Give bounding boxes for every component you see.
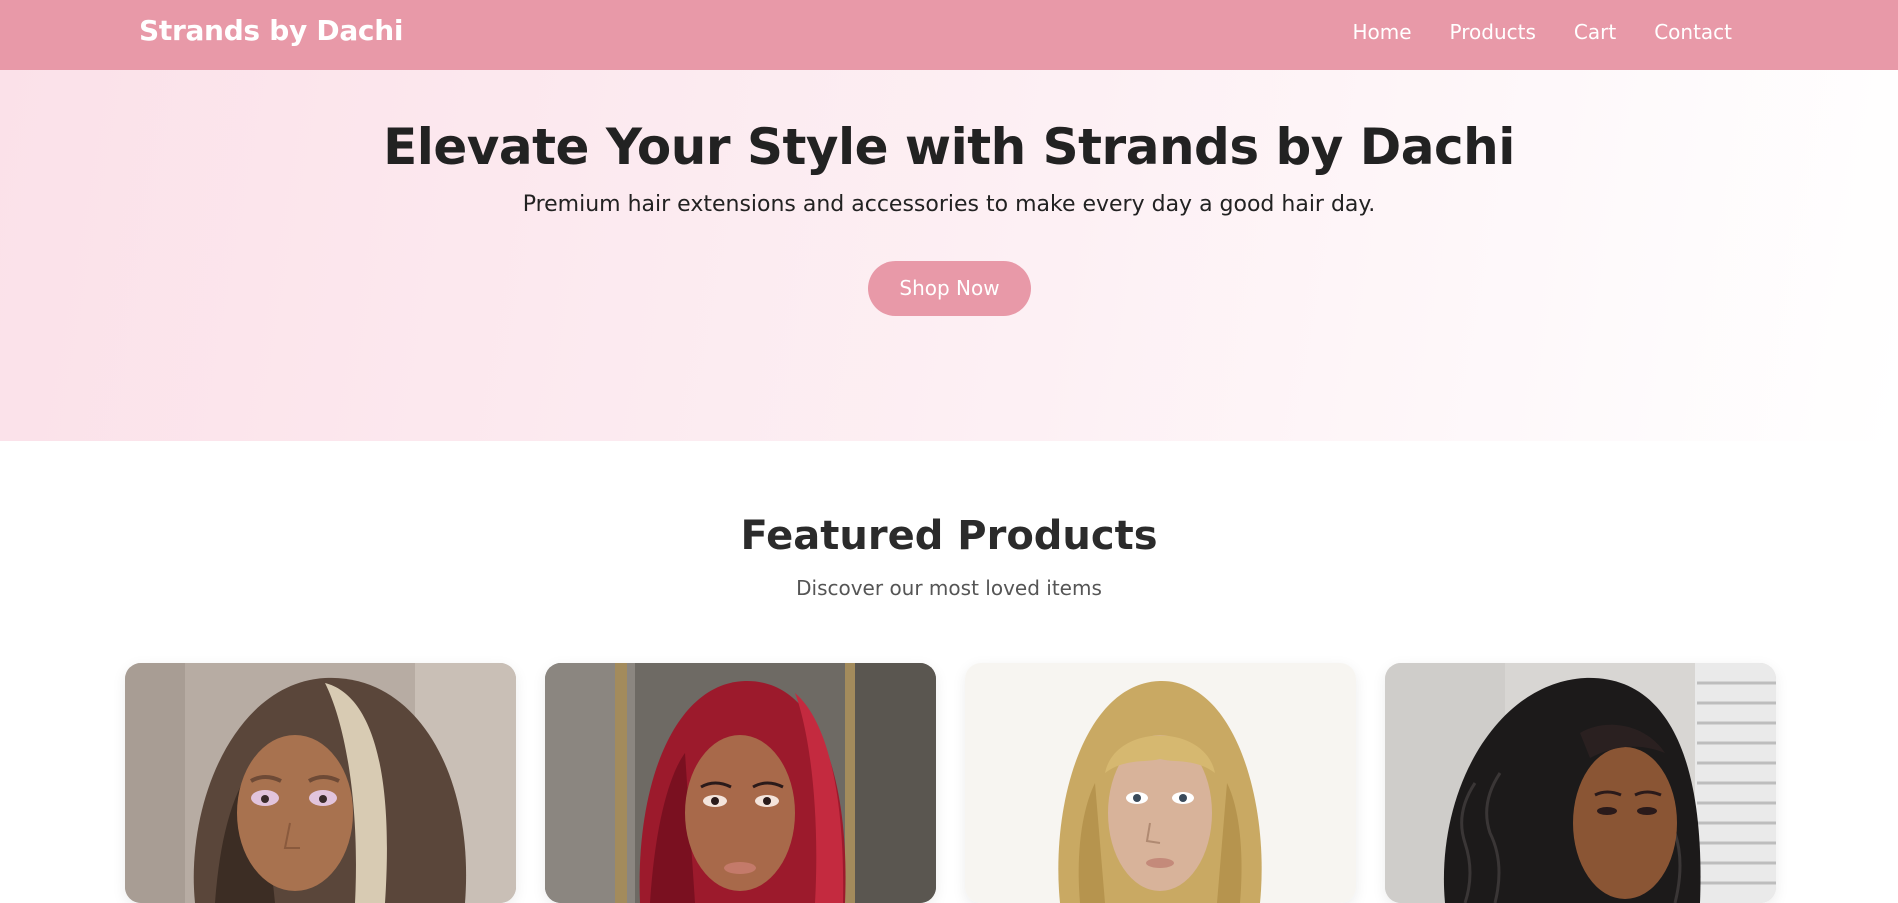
brand-logo-link[interactable]: Strands by Dachi xyxy=(139,14,403,47)
nav-link-contact[interactable]: Contact xyxy=(1654,20,1732,44)
black-curly-wig-image xyxy=(1385,663,1776,903)
blonde-highlight-wig-image xyxy=(125,663,516,903)
nav-links: Home Products Cart Contact xyxy=(1352,20,1732,44)
featured-products-subtitle: Discover our most loved items xyxy=(796,576,1102,600)
hero-title: Elevate Your Style with Strands by Dachi xyxy=(383,118,1515,176)
product-card-2[interactable] xyxy=(545,663,936,903)
blonde-bangs-wig-image xyxy=(965,663,1356,903)
shop-now-button[interactable]: Shop Now xyxy=(868,261,1031,316)
hero-section: Elevate Your Style with Strands by Dachi… xyxy=(0,70,1898,441)
nav-link-cart[interactable]: Cart xyxy=(1574,20,1616,44)
nav-link-home[interactable]: Home xyxy=(1352,20,1411,44)
navbar: Strands by Dachi Home Products Cart Cont… xyxy=(0,0,1898,70)
product-card-3[interactable] xyxy=(965,663,1356,903)
burgundy-straight-wig-image xyxy=(545,663,936,903)
hero-subtitle: Premium hair extensions and accessories … xyxy=(522,192,1376,217)
product-card-4[interactable] xyxy=(1385,663,1776,903)
product-card-1[interactable] xyxy=(125,663,516,903)
featured-products-title: Featured Products xyxy=(740,513,1158,559)
nav-link-products[interactable]: Products xyxy=(1450,20,1536,44)
